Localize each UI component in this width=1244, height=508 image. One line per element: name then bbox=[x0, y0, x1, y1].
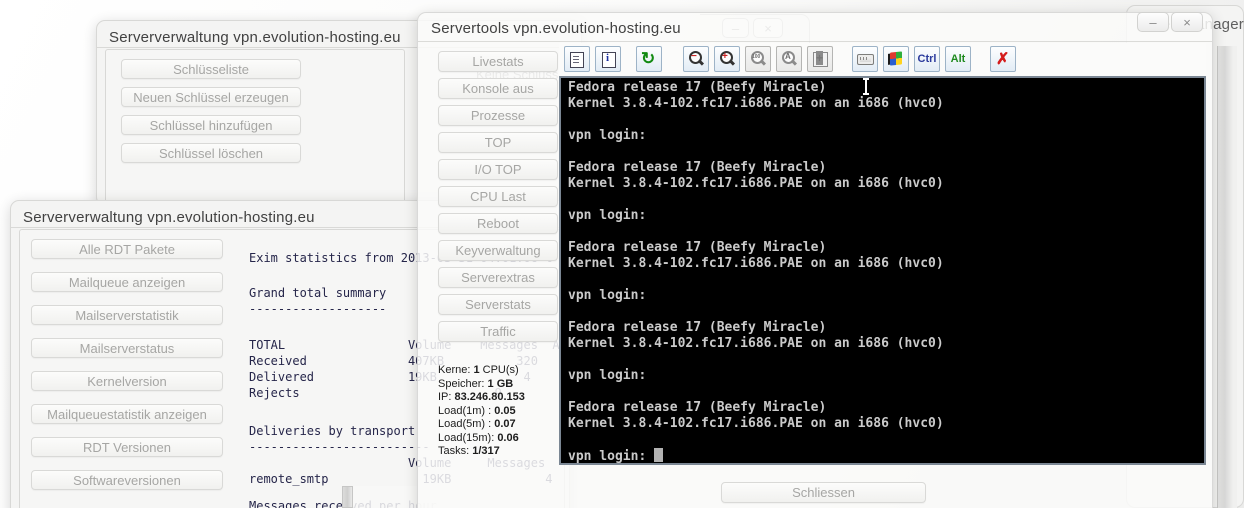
windows-key-icon bbox=[887, 50, 905, 68]
refresh-icon bbox=[640, 49, 658, 69]
stat-value: 0.06 bbox=[497, 431, 519, 444]
stat-load-5m: Load(5m) : 0.07 bbox=[438, 418, 556, 432]
button-livestats[interactable]: Livestats bbox=[438, 51, 558, 72]
close-button[interactable]: × bbox=[1171, 12, 1203, 32]
ctrl-key-label: Ctrl bbox=[917, 53, 937, 65]
kill-icon: ✗ bbox=[994, 50, 1012, 68]
zoom-reset-icon: A bbox=[780, 50, 798, 68]
toolbar-info-button[interactable] bbox=[595, 46, 621, 72]
toolbar-alt-key-button[interactable]: Alt bbox=[945, 46, 971, 72]
servertools-window-title: Servertools vpn.evolution-hosting.eu bbox=[431, 20, 681, 37]
toolbar-zoom-out-button[interactable]: − bbox=[683, 46, 709, 72]
button-keyverwaltung[interactable]: Keyverwaltung bbox=[438, 240, 558, 261]
button-cpu-last[interactable]: CPU Last bbox=[438, 186, 558, 207]
stat-value: 1/317 bbox=[472, 445, 500, 457]
stat-label: Load(15m): bbox=[438, 431, 498, 444]
toolbar-kill-button[interactable]: ✗ bbox=[990, 46, 1016, 72]
zoom-in-glyph: + bbox=[722, 51, 728, 62]
console-text: Fedora release 17 (Beefy Miracle) Kernel… bbox=[568, 80, 944, 464]
properties-icon bbox=[568, 50, 586, 68]
servertools-window: Servertools vpn.evolution-hosting.eu – ×… bbox=[417, 12, 1213, 508]
stat-value: 1 GB bbox=[487, 377, 514, 390]
button-schl-ssel-l-schen[interactable]: Schlüssel löschen bbox=[121, 143, 301, 163]
keys-button-column: Schlüsseliste Neuen Schlüssel erzeugen Sch… bbox=[121, 59, 301, 163]
stat-speicher: Speicher: 1 GB bbox=[438, 378, 556, 392]
serververwaltung-keys-window-title: Serververwaltung vpn.evolution-hosting.e… bbox=[109, 29, 401, 46]
stat-tasks: Tasks: 1/317 bbox=[438, 445, 556, 459]
stat-label: IP: bbox=[438, 391, 455, 403]
toolbar-fit-window-button bbox=[807, 46, 833, 72]
zoom-out-glyph: − bbox=[691, 51, 697, 62]
scrollbar-fragment[interactable] bbox=[342, 486, 353, 508]
stat-value: 0.05 bbox=[494, 404, 516, 417]
info-icon bbox=[599, 50, 617, 68]
toolbar-properties-button[interactable] bbox=[564, 46, 590, 72]
keyboard-icon bbox=[856, 50, 874, 68]
button-top[interactable]: TOP bbox=[438, 132, 558, 153]
button-serverextras[interactable]: Serverextras bbox=[438, 267, 558, 288]
stat-value: 83.246.80.153 bbox=[454, 391, 525, 403]
button-i-o-top[interactable]: I/O TOP bbox=[438, 159, 558, 180]
button-konsole-aus[interactable]: Konsole aus bbox=[438, 78, 558, 99]
zoom-out-icon: − bbox=[687, 50, 705, 68]
button-schl-sseliste[interactable]: Schlüsseliste bbox=[121, 59, 301, 79]
ibeam-mouse-cursor bbox=[863, 78, 869, 95]
stat-ip: IP: 83.246.80.153 bbox=[438, 391, 556, 405]
button-prozesse[interactable]: Prozesse bbox=[438, 105, 558, 126]
toolbar-strip: − +100 A Ctrl Alt ✗ bbox=[559, 43, 1206, 76]
button-reboot[interactable]: Reboot bbox=[438, 213, 558, 234]
button-schl-ssel-hinzuf-gen[interactable]: Schlüssel hinzufügen bbox=[121, 115, 301, 135]
vnc-console[interactable]: Fedora release 17 (Beefy Miracle) Kernel… bbox=[559, 76, 1206, 465]
toolbar-zoom-in-button[interactable]: + bbox=[714, 46, 740, 72]
server-stats: Kerne: 1 CPU(s) Speicher: 1 GB IP: 83.246.… bbox=[438, 364, 556, 459]
stat-suffix: CPU(s) bbox=[479, 364, 519, 376]
zoom-100-icon: 100 bbox=[749, 50, 767, 68]
toolbar-zoom-reset-button: A bbox=[776, 46, 802, 72]
zoom-100-glyph: 100 bbox=[752, 54, 761, 60]
desktop: { "keys_window": { "title": "Serververwa… bbox=[0, 0, 1244, 508]
exim-report-line: ------------------------- bbox=[249, 440, 430, 454]
toolbar-windows-key-button[interactable] bbox=[883, 46, 909, 72]
stat-label: Tasks: bbox=[438, 445, 473, 457]
stat-label: Kerne: bbox=[438, 364, 474, 376]
toolbar-zoom-100-button: 100 bbox=[745, 46, 771, 72]
toolbar-keyboard-button[interactable] bbox=[852, 46, 878, 72]
sidebar-button-column: Livestats Konsole aus Prozesse TOP I/O TOP CP… bbox=[438, 51, 558, 342]
console-block-cursor bbox=[654, 448, 664, 462]
button-neuen-schl-ssel-erzeugen[interactable]: Neuen Schlüssel erzeugen bbox=[121, 87, 301, 107]
toolbar-ctrl-key-button[interactable]: Ctrl bbox=[914, 46, 940, 72]
button-serverstats[interactable]: Serverstats bbox=[438, 294, 558, 315]
exim-report-line: Grand total summary bbox=[249, 286, 387, 300]
stat-load-1m: Load(1m) : 0.05 bbox=[438, 405, 556, 419]
minimize-button[interactable]: – bbox=[1137, 12, 1169, 32]
kill-glyph: ✗ bbox=[996, 51, 1010, 68]
stat-label: Speicher: bbox=[438, 377, 488, 390]
exim-report-line: ------------------- bbox=[249, 302, 387, 316]
stat-load-15m: Load(15m): 0.06 bbox=[438, 432, 556, 446]
alt-key-label: Alt bbox=[950, 53, 966, 65]
titlebar-separator bbox=[418, 41, 1212, 42]
stat-kerne: Kerne: 1 CPU(s) bbox=[438, 364, 556, 378]
toolbar-refresh-button[interactable] bbox=[636, 46, 662, 72]
fit-window-icon bbox=[811, 50, 829, 68]
stat-label: Load(5m) : bbox=[438, 418, 495, 430]
zoom-reset-glyph: A bbox=[785, 52, 791, 61]
stat-value: 0.07 bbox=[494, 418, 516, 430]
schliessen-button[interactable]: Schliessen bbox=[721, 482, 926, 503]
exim-report-line: Deliveries by transport bbox=[249, 424, 416, 438]
console-toolbar: − +100 A Ctrl Alt ✗ bbox=[564, 46, 1016, 72]
zoom-in-icon: + bbox=[718, 50, 736, 68]
stat-label: Load(1m) : bbox=[438, 404, 495, 417]
eventmanager-scrollbar[interactable] bbox=[1217, 46, 1237, 508]
button-traffic[interactable]: Traffic bbox=[438, 321, 558, 342]
